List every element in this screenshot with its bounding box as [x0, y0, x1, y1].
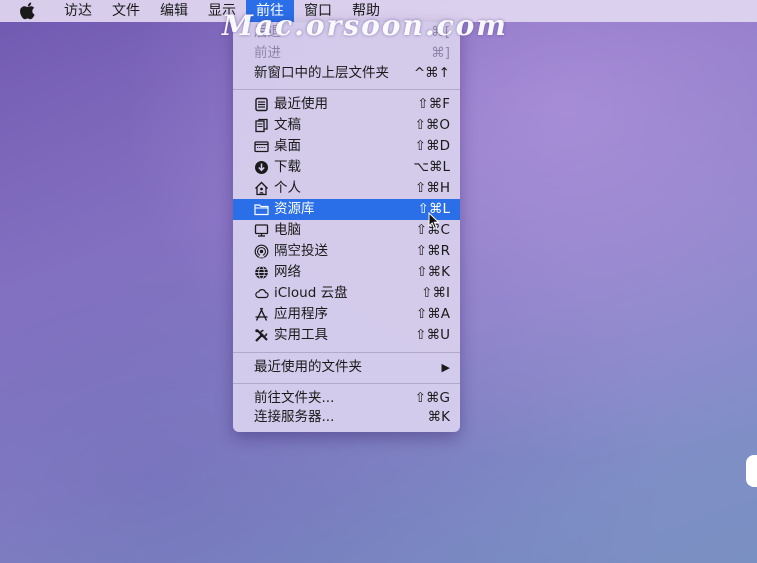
documents-icon: [255, 118, 268, 133]
menu-item-label: 隔空投送: [274, 243, 328, 259]
watermark-text: Mac.orsoon.com: [222, 9, 508, 42]
menu-item-shortcut: ⇧⌘H: [415, 180, 450, 196]
menu-separator: [233, 352, 460, 353]
menu-item-connect-to-server[interactable]: 连接服务器... ⌘K: [233, 407, 460, 428]
menu-item-enclosing-folder-new-window[interactable]: 新窗口中的上层文件夹 ^⌘↑: [233, 63, 460, 84]
menu-item-label: 最近使用的文件夹: [254, 359, 362, 375]
menu-item-forward[interactable]: 前进 ⌘]: [233, 43, 460, 64]
menu-item-documents[interactable]: 文稿 ⇧⌘O: [233, 115, 460, 136]
network-icon: [255, 265, 268, 280]
menu-item-network[interactable]: 网络 ⇧⌘K: [233, 262, 460, 283]
menu-item-icloud-drive[interactable]: iCloud 云盘 ⇧⌘I: [233, 283, 460, 304]
computer-icon: [254, 224, 269, 237]
menu-item-label: 电脑: [274, 222, 301, 238]
menu-item-shortcut: ⇧⌘O: [414, 117, 450, 133]
menu-item-label: 前进: [254, 45, 281, 61]
submenu-arrow-icon: ▶: [441, 361, 450, 374]
menu-item-shortcut: ^⌘↑: [413, 65, 450, 81]
menu-item-desktop[interactable]: 桌面 ⇧⌘D: [233, 136, 460, 157]
utilities-icon: [255, 329, 268, 342]
menu-item-label: iCloud 云盘: [274, 285, 348, 301]
menu-item-label: 前往文件夹...: [254, 390, 335, 406]
menu-item-shortcut: ⇧⌘A: [415, 306, 450, 322]
menu-item-downloads[interactable]: 下载 ⌥⌘L: [233, 157, 460, 178]
menu-item-applications[interactable]: 应用程序 ⇧⌘A: [233, 304, 460, 325]
menu-item-label: 个人: [274, 180, 301, 196]
menu-separator: [233, 89, 460, 90]
menu-item-label: 最近使用: [274, 96, 328, 112]
menu-item-label: 连接服务器...: [254, 409, 335, 425]
menu-item-label: 资源库: [274, 201, 315, 217]
desktop-edge-item: [746, 455, 757, 487]
menu-item-label: 桌面: [274, 138, 301, 154]
recents-icon: [255, 97, 268, 112]
menu-item-go-to-folder[interactable]: 前往文件夹... ⇧⌘G: [233, 388, 460, 409]
menu-edit[interactable]: 编辑: [150, 0, 198, 22]
menu-item-shortcut: ⇧⌘I: [421, 285, 450, 301]
desktop-icon: [254, 141, 269, 153]
icloud-icon: [255, 289, 269, 299]
menu-item-shortcut: ⇧⌘U: [415, 327, 450, 343]
apple-logo-icon[interactable]: [20, 2, 36, 20]
menu-item-recent-folders[interactable]: 最近使用的文件夹 ▶: [233, 357, 460, 378]
menu-item-label: 下载: [274, 159, 301, 175]
menu-item-label: 网络: [274, 264, 301, 280]
menu-finder[interactable]: 访达: [54, 0, 102, 22]
menu-item-shortcut: ⌘K: [427, 409, 450, 425]
menu-item-shortcut: ⇧⌘R: [415, 243, 450, 259]
menu-item-shortcut: ⇧⌘F: [417, 96, 450, 112]
applications-icon: [255, 307, 268, 321]
mouse-pointer-icon: [428, 212, 440, 230]
airdrop-icon: [254, 244, 269, 259]
menu-item-utilities[interactable]: 实用工具 ⇧⌘U: [233, 325, 460, 346]
menu-item-library[interactable]: 资源库 ⇧⌘L: [233, 199, 460, 220]
folder-icon: [254, 204, 269, 216]
menu-item-label: 文稿: [274, 117, 301, 133]
menu-item-shortcut: ⇧⌘D: [414, 138, 450, 154]
menu-item-shortcut: ⇧⌘G: [414, 390, 450, 406]
menu-item-airdrop[interactable]: 隔空投送 ⇧⌘R: [233, 241, 460, 262]
menu-item-label: 新窗口中的上层文件夹: [254, 65, 389, 81]
menu-item-shortcut: ⌘]: [431, 45, 450, 61]
menu-separator: [233, 383, 460, 384]
menu-item-label: 实用工具: [274, 327, 328, 343]
menu-item-home[interactable]: 个人 ⇧⌘H: [233, 178, 460, 199]
menu-item-label: 应用程序: [274, 306, 328, 322]
menu-file[interactable]: 文件: [102, 0, 150, 22]
home-icon: [255, 181, 268, 196]
menu-item-computer[interactable]: 电脑 ⇧⌘C: [233, 220, 460, 241]
menu-item-shortcut: ⌥⌘L: [413, 159, 450, 175]
menu-item-shortcut: ⇧⌘K: [416, 264, 450, 280]
downloads-icon: [255, 161, 268, 174]
menu-item-recents[interactable]: 最近使用 ⇧⌘F: [233, 94, 460, 115]
go-menu-dropdown: 后退 ⌘[ 前进 ⌘] 新窗口中的上层文件夹 ^⌘↑ 最近使用 ⇧⌘F 文稿 ⇧…: [233, 22, 460, 432]
